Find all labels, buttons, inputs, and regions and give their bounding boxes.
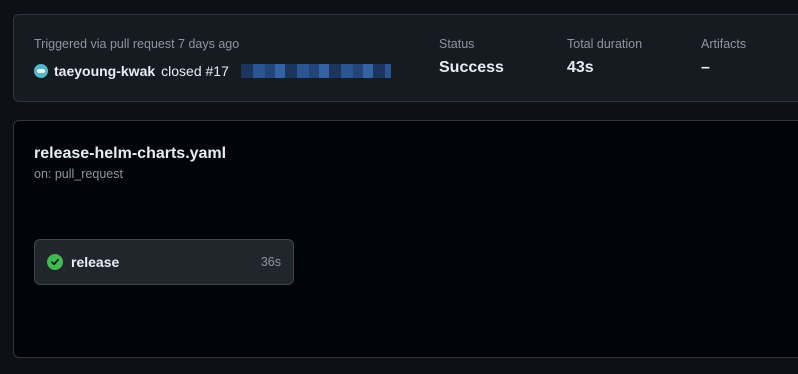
run-summary-card: Triggered via pull request 7 days ago ta… xyxy=(13,14,798,102)
trigger-row: taeyoung-kwak closed #17 xyxy=(34,63,391,79)
workflow-trigger: on: pull_request xyxy=(34,167,123,181)
status-stat: Status Success xyxy=(439,37,504,77)
workflow-graph-card: release-helm-charts.yaml on: pull_reques… xyxy=(13,120,798,358)
check-circle-icon xyxy=(47,254,63,270)
status-label: Status xyxy=(439,37,475,51)
user-avatar[interactable] xyxy=(34,64,48,78)
duration-value: 43s xyxy=(567,59,594,76)
pr-action[interactable]: closed #17 xyxy=(161,63,229,79)
job-duration: 36s xyxy=(260,255,281,269)
artifacts-value: – xyxy=(701,59,710,76)
job-name: release xyxy=(71,254,120,270)
artifacts-label: Artifacts xyxy=(701,37,747,51)
workflow-name[interactable]: release-helm-charts.yaml xyxy=(34,145,226,163)
status-value: Success xyxy=(439,59,504,76)
duration-stat: Total duration 43s xyxy=(567,37,642,77)
user-link[interactable]: taeyoung-kwak xyxy=(54,63,155,79)
artifacts-stat: Artifacts – xyxy=(701,37,746,77)
duration-label: Total duration xyxy=(567,37,643,51)
redacted-pr-title xyxy=(240,64,391,78)
trigger-info: Triggered via pull request 7 days ago xyxy=(34,37,240,51)
job-release[interactable]: release 36s xyxy=(34,239,294,285)
